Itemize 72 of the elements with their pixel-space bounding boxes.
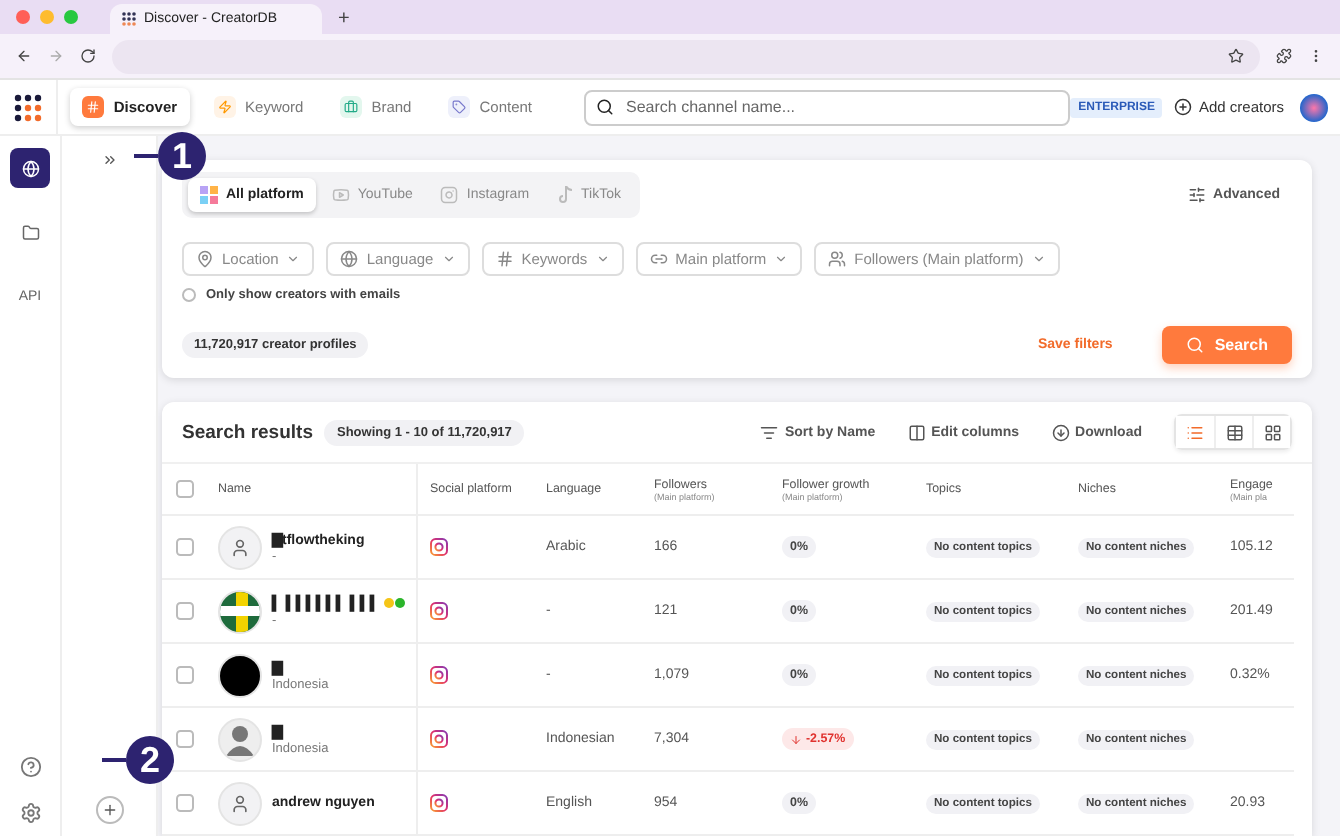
table-icon xyxy=(1225,423,1243,441)
folder-icon xyxy=(21,223,39,241)
leader-line xyxy=(102,758,126,762)
instagram-icon xyxy=(430,602,448,620)
search-icon xyxy=(1186,336,1205,354)
expand-button[interactable] xyxy=(101,152,117,168)
callout-number: 2 xyxy=(126,736,174,784)
instagram-icon xyxy=(430,730,448,748)
avatar-placeholder xyxy=(218,525,262,569)
avatar-placeholder xyxy=(218,781,262,825)
list-icon xyxy=(1186,423,1204,441)
status-dots-icon xyxy=(383,598,406,608)
logo-avatar xyxy=(218,589,262,633)
briefcase-icon xyxy=(339,96,362,118)
sort-icon xyxy=(760,423,779,441)
globe-button[interactable] xyxy=(10,148,50,188)
instagram-icon xyxy=(430,538,448,556)
instagram-icon xyxy=(430,666,448,684)
forward-icon xyxy=(48,48,64,64)
checkbox[interactable] xyxy=(182,288,196,302)
lightning-icon xyxy=(213,96,236,118)
select-all-checkbox[interactable] xyxy=(176,480,194,498)
chevron-down-icon xyxy=(774,252,789,266)
chevron-down-icon xyxy=(1031,252,1046,266)
view-table-button[interactable] xyxy=(1214,416,1252,448)
chevron-down-icon xyxy=(286,252,301,266)
chevron-down-icon xyxy=(441,252,456,266)
row-checkbox[interactable] xyxy=(176,602,194,620)
dots-grid-icon xyxy=(122,12,136,26)
music-note-icon xyxy=(557,186,574,204)
search-icon xyxy=(596,97,615,115)
grid-icon xyxy=(1263,423,1281,441)
map-pin-icon xyxy=(196,250,214,268)
window-controls-icon[interactable] xyxy=(16,10,78,24)
globe-icon xyxy=(21,159,39,177)
new-tab-button[interactable]: + xyxy=(338,4,350,34)
dots-grid-icon xyxy=(13,93,42,121)
columns-icon xyxy=(907,423,926,441)
row-checkbox[interactable] xyxy=(176,538,194,556)
star-icon xyxy=(1228,48,1244,64)
sliders-icon xyxy=(1187,186,1206,204)
youtube-icon xyxy=(331,186,350,204)
hash-icon xyxy=(81,96,104,118)
globe-icon xyxy=(340,250,359,268)
user-avatar[interactable] xyxy=(1300,93,1328,121)
instagram-icon xyxy=(440,186,459,204)
photo-placeholder xyxy=(218,653,262,697)
leader-line xyxy=(134,154,158,158)
search-field[interactable]: Search channel name... xyxy=(584,89,1071,125)
plus-circle-icon xyxy=(1174,98,1193,116)
instagram-icon xyxy=(430,794,448,812)
reload-icon xyxy=(80,48,96,64)
add-button[interactable] xyxy=(95,796,123,824)
hash-icon xyxy=(495,250,514,268)
settings-icon xyxy=(19,802,41,824)
people-icon xyxy=(828,250,847,268)
double-chevron-icon xyxy=(101,152,117,168)
row-checkbox[interactable] xyxy=(176,666,194,684)
link-icon xyxy=(649,250,668,268)
back-icon xyxy=(16,48,32,64)
help-icon xyxy=(19,756,41,778)
puzzle-icon xyxy=(1276,48,1292,64)
plus-icon xyxy=(101,802,117,818)
results-title: Search results xyxy=(182,421,313,443)
chevron-down-icon xyxy=(595,252,610,266)
download-icon xyxy=(1051,423,1070,441)
view-grid-button[interactable] xyxy=(1252,416,1290,448)
row-checkbox[interactable] xyxy=(176,730,194,748)
tag-icon xyxy=(447,96,470,118)
colorful-grid-icon xyxy=(200,186,218,204)
row-checkbox[interactable] xyxy=(176,794,194,812)
silhouette-avatar xyxy=(218,717,262,761)
